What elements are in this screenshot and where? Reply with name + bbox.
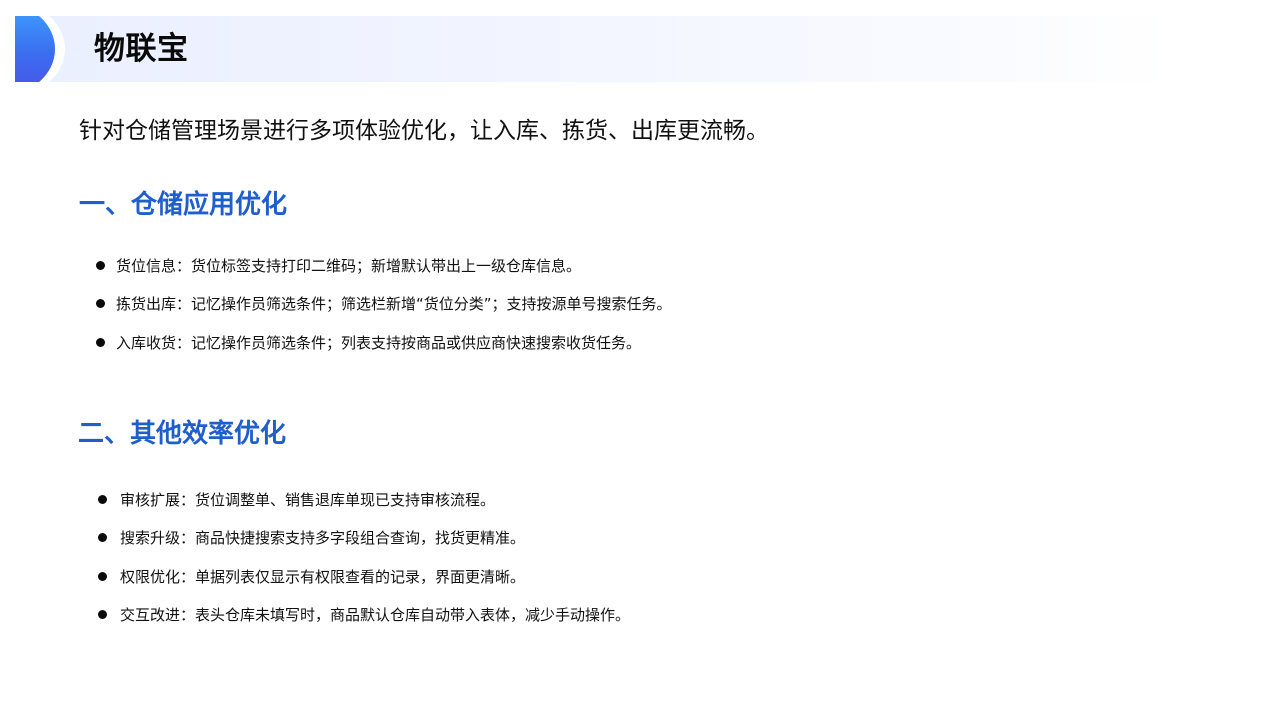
list-item: 权限优化：单据列表仅显示有权限查看的记录，界面更清晰。 <box>98 557 630 596</box>
bullet-dot-icon <box>96 260 105 270</box>
bullet-dot-icon <box>96 337 105 347</box>
section-title-storage: 一、仓储应用优化 <box>79 190 288 220</box>
section-title-efficiency: 二、其他效率优化 <box>78 419 287 449</box>
list-item: 交互改进：表头仓库未填写时，商品默认仓库自动带入表体，减少手动操作。 <box>98 596 630 635</box>
list-item-text: 入库收货：记忆操作员筛选条件；列表支持按商品或供应商快速搜索收货任务。 <box>116 333 642 352</box>
page-title: 物联宝 <box>94 31 189 67</box>
list-item-text: 货位信息：货位标签支持打印二维码；新增默认带出上一级仓库信息。 <box>116 256 582 275</box>
list-item-text: 交互改进：表头仓库未填写时，商品默认仓库自动带入表体，减少手动操作。 <box>120 606 631 625</box>
list-item-text: 搜索升级：商品快捷搜索支持多字段组合查询，找货更精准。 <box>120 529 526 548</box>
list-item: 入库收货：记忆操作员筛选条件；列表支持按商品或供应商快速搜索收货任务。 <box>96 323 672 362</box>
intro-text: 针对仓储管理场景进行多项体验优化，让入库、拣货、出库更流畅。 <box>79 118 769 144</box>
list-item: 审核扩展：货位调整单、销售退库单现已支持审核流程。 <box>98 480 630 519</box>
storage-bullet-list: 货位信息：货位标签支持打印二维码；新增默认带出上一级仓库信息。 拣货出库：记忆操… <box>96 246 672 362</box>
slide: 物联宝 针对仓储管理场景进行多项体验优化，让入库、拣货、出库更流畅。 一、仓储应… <box>0 0 1280 720</box>
list-item: 货位信息：货位标签支持打印二维码；新增默认带出上一级仓库信息。 <box>96 246 672 285</box>
list-item: 搜索升级：商品快捷搜索支持多字段组合查询，找货更精准。 <box>98 519 630 558</box>
efficiency-bullet-list: 审核扩展：货位调整单、销售退库单现已支持审核流程。 搜索升级：商品快捷搜索支持多… <box>98 480 630 634</box>
list-item-text: 权限优化：单据列表仅显示有权限查看的记录，界面更清晰。 <box>120 567 526 586</box>
bullet-dot-icon <box>98 533 107 543</box>
list-item-text: 拣货出库：记忆操作员筛选条件；筛选栏新增“货位分类”；支持按源单号搜索任务。 <box>116 295 672 314</box>
header-accent-shape <box>15 16 69 82</box>
bullet-dot-icon <box>98 571 107 581</box>
bullet-dot-icon <box>96 299 105 309</box>
bullet-dot-icon <box>98 610 107 620</box>
list-item: 拣货出库：记忆操作员筛选条件；筛选栏新增“货位分类”；支持按源单号搜索任务。 <box>96 285 672 324</box>
bullet-dot-icon <box>98 494 107 504</box>
list-item-text: 审核扩展：货位调整单、销售退库单现已支持审核流程。 <box>120 490 496 509</box>
